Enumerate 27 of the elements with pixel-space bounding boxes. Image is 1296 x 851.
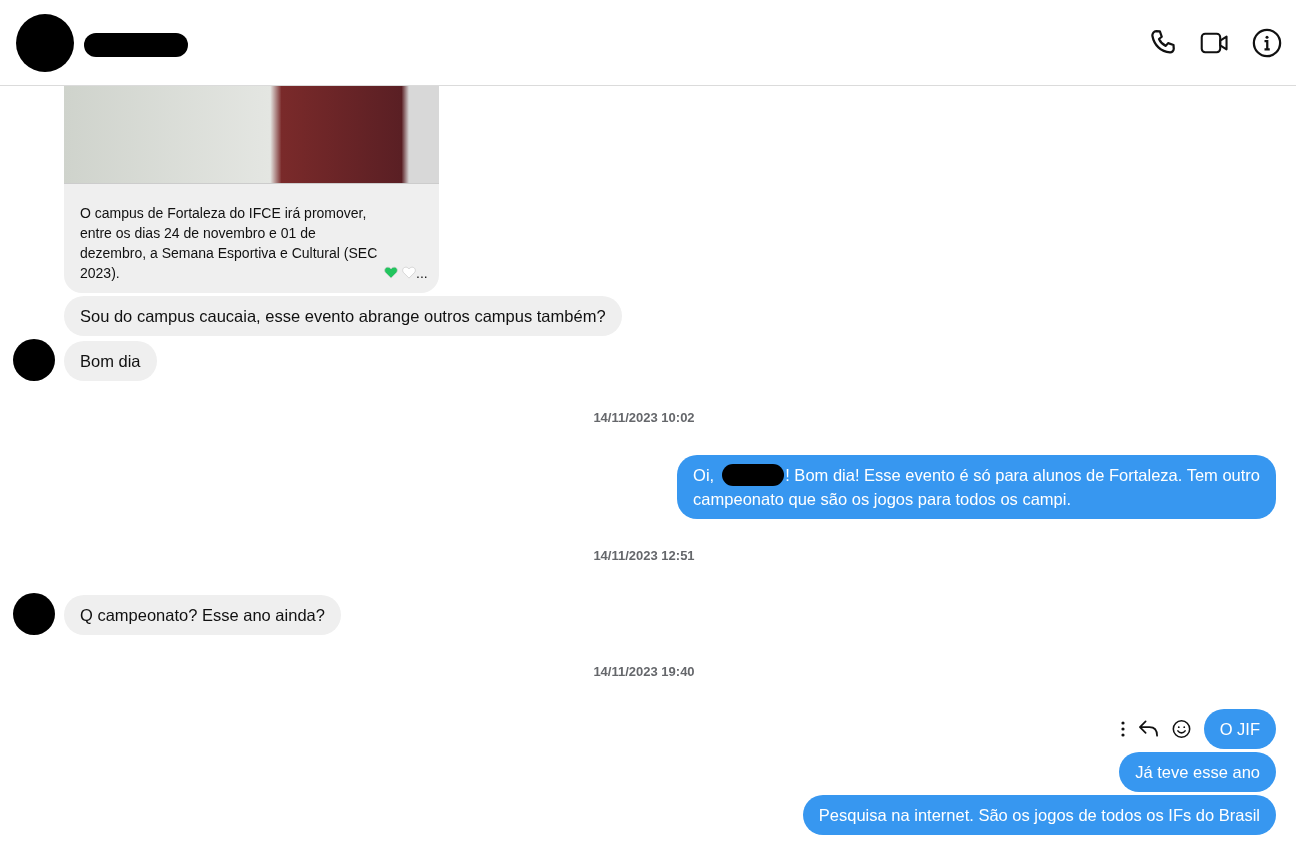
ellipsis-text: ... [416, 265, 428, 281]
timestamp: 14/11/2023 10:02 [593, 410, 695, 425]
reply-icon[interactable] [1137, 719, 1159, 739]
message-bubble[interactable]: Já teve esse ano [1119, 752, 1276, 792]
message-bubble[interactable]: O JIF [1203, 709, 1276, 749]
message-bubble[interactable]: Pesquisa na internet. São os jogos de todos os IFs do Brasil [802, 795, 1276, 835]
post-caption: O campus de Fortaleza do IFCE irá promover, entre os dias 24 de novembro e 01 de dezembro, a Semana Esportiva e Cultural (SEC 2023). [80, 204, 379, 283]
message-bubble[interactable]: Q campeonato? Esse ano ainda? [64, 595, 341, 635]
timestamp: 14/11/2023 19:40 [593, 664, 695, 679]
more-options-icon[interactable] [1119, 720, 1126, 738]
message-text: Já teve esse ano [1135, 763, 1260, 781]
message-text: campeonato que são os jogos para todos os campi. [693, 490, 1071, 508]
message-text: Pesquisa na internet. São os jogos de todos os IFs do Brasil [818, 806, 1260, 824]
redaction-mark [722, 464, 785, 486]
avatar-redacted [13, 593, 55, 635]
photo-placeholder[interactable] [64, 86, 439, 184]
message-bubble[interactable]: Bom dia [64, 341, 157, 381]
avatar-redacted [13, 339, 55, 381]
message-text: O JIF [1219, 720, 1260, 738]
emoji-icon[interactable] [1170, 719, 1192, 739]
info-icon[interactable] [1252, 27, 1282, 58]
message-text: ! Bom dia! Esse evento é só para alunos de Fortaleza. Tem outro [785, 466, 1260, 484]
message-text: Oi, [693, 466, 715, 484]
message-bubble[interactable]: Sou do campus caucaia, esse evento abrange outros campus também? [64, 296, 622, 336]
timestamp: 14/11/2023 12:51 [593, 548, 695, 563]
avatar-redacted [16, 13, 74, 72]
message-bubble[interactable]: Oi, ! Bom dia! Esse evento é só para alunos de Fortaleza. Tem outro campeonato que são os jogos para todos os campi. [677, 455, 1276, 519]
